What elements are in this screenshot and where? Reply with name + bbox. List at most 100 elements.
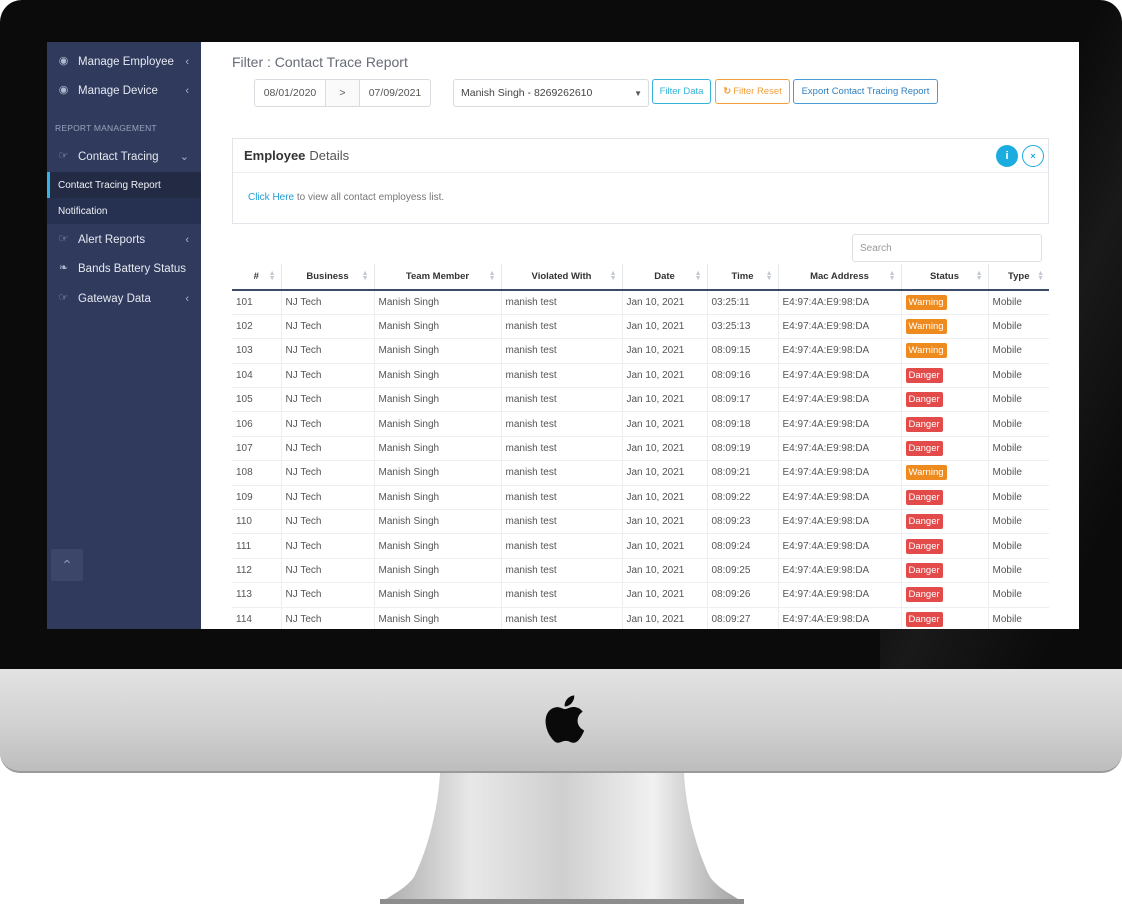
sidebar-item-manage-device[interactable]: ◉ Manage Device ‹ (47, 76, 201, 105)
sidebar-item-contact-tracing[interactable]: ☞ Contact Tracing ⌄ (47, 142, 201, 171)
close-button[interactable]: × (1022, 145, 1044, 167)
sidebar: ◉ Manage Employee ‹ ◉ Manage Device ‹ RE… (47, 42, 201, 629)
table-cell: E4:97:4A:E9:98:DA (778, 290, 902, 315)
table-cell: Danger (901, 509, 989, 535)
table-row[interactable]: 109 NJ Tech Manish Singh manish test Jan 10,… (232, 485, 1049, 511)
table-row[interactable]: 112 NJ Tech Manish Singh manish test Jan 10,… (232, 558, 1049, 584)
table-cell: 08:09:17 (707, 387, 779, 413)
table-cell: 08:09:15 (707, 338, 779, 364)
status-badge: Warning (905, 319, 947, 335)
table-cell: Danger (901, 607, 989, 629)
table-cell: manish test (501, 509, 623, 535)
sidebar-subitem-label: Notification (58, 205, 108, 217)
chevron-left-icon: ‹ (185, 84, 189, 97)
table-cell: Mobile (988, 314, 1049, 340)
sidebar-subitem-contact-tracing-report[interactable]: Contact Tracing Report (47, 172, 201, 198)
column-header[interactable]: Time ▲ ▼ (707, 264, 779, 291)
sidebar-item-label: Alert Reports (78, 233, 146, 246)
export-report-button[interactable]: Export Contact Tracing Report (793, 79, 938, 104)
page-title: Filter : Contact Trace Report (232, 54, 408, 70)
sort-icon: ▲ ▼ (888, 270, 896, 282)
table-cell: Mobile (988, 582, 1049, 608)
table-row[interactable]: 106 NJ Tech Manish Singh manish test Jan 10,… (232, 411, 1049, 437)
employee-select[interactable]: Manish Singh - 8269262610 ▼ (453, 79, 649, 107)
table-cell: E4:97:4A:E9:98:DA (778, 582, 902, 608)
column-header[interactable]: Business ▲ ▼ (281, 264, 375, 291)
filter-reset-button[interactable]: ↻ Filter Reset (715, 79, 790, 104)
table-cell: Warning (901, 290, 989, 315)
table-row[interactable]: 108 NJ Tech Manish Singh manish test Jan 10,… (232, 460, 1049, 486)
table-cell: Jan 10, 2021 (622, 582, 708, 608)
table-cell: manish test (501, 363, 623, 389)
column-header[interactable]: # ▲ ▼ (232, 264, 282, 291)
table-cell: 109 (232, 485, 282, 511)
column-header[interactable]: Status ▲ ▼ (901, 264, 989, 291)
table-cell: Jan 10, 2021 (622, 436, 708, 462)
table-cell: 105 (232, 387, 282, 413)
table-cell: Manish Singh (374, 363, 502, 389)
panel-body-text: to view all contact employess list. (294, 192, 445, 203)
table-cell: Mobile (988, 436, 1049, 462)
date-from-input[interactable]: 08/01/2020 (255, 80, 326, 106)
column-header[interactable]: Date ▲ ▼ (622, 264, 708, 291)
info-button[interactable]: i (996, 145, 1018, 167)
table-cell: Jan 10, 2021 (622, 558, 708, 584)
table-row[interactable]: 114 NJ Tech Manish Singh manish test Jan 10,… (232, 607, 1049, 629)
table-cell: E4:97:4A:E9:98:DA (778, 338, 902, 364)
table-cell: Manish Singh (374, 387, 502, 413)
table-cell: Manish Singh (374, 509, 502, 535)
sort-icon: ▲ ▼ (1037, 270, 1044, 282)
table-cell: E4:97:4A:E9:98:DA (778, 607, 902, 629)
table-header-row: # ▲ ▼ Business ▲ ▼ Team Member ▲ ▼ Violated With ▲… (232, 264, 1049, 291)
table-cell: manish test (501, 290, 623, 315)
table-cell: 113 (232, 582, 282, 608)
column-header[interactable]: Type ▲ ▼ (988, 264, 1049, 291)
table-row[interactable]: 107 NJ Tech Manish Singh manish test Jan 10,… (232, 436, 1049, 462)
filter-data-button[interactable]: Filter Data (652, 79, 711, 104)
column-header-label: Time (731, 271, 754, 282)
click-here-link[interactable]: Click Here (248, 192, 294, 203)
column-header-label: Business (306, 271, 349, 282)
column-header-label: # (253, 271, 259, 282)
table-row[interactable]: 102 NJ Tech Manish Singh manish test Jan 10,… (232, 314, 1049, 340)
column-header[interactable]: Mac Address ▲ ▼ (778, 264, 902, 291)
table-row[interactable]: 103 NJ Tech Manish Singh manish test Jan 10,… (232, 338, 1049, 364)
table-row[interactable]: 110 NJ Tech Manish Singh manish test Jan 10,… (232, 509, 1049, 535)
hand-point-icon: ☞ (58, 233, 69, 245)
panel-title: Details (309, 148, 350, 163)
refresh-icon: ↻ (723, 86, 732, 97)
scroll-to-top-button[interactable]: ⌃ (51, 549, 83, 581)
date-range-picker[interactable]: 08/01/2020 > 07/09/2021 (254, 79, 431, 107)
search-input[interactable] (852, 234, 1042, 262)
date-to-input[interactable]: 07/09/2021 (360, 80, 430, 106)
table-cell: Manish Singh (374, 460, 502, 486)
table-cell: 08:09:19 (707, 436, 779, 462)
sidebar-item-alert-reports[interactable]: ☞ Alert Reports ‹ (47, 225, 201, 254)
content-scrollbar[interactable] (1071, 42, 1079, 629)
table-row[interactable]: 113 NJ Tech Manish Singh manish test Jan 10,… (232, 582, 1049, 608)
sort-icon: ▲ ▼ (609, 270, 617, 282)
column-header[interactable]: Violated With ▲ ▼ (501, 264, 623, 291)
table-row[interactable]: 104 NJ Tech Manish Singh manish test Jan 10,… (232, 363, 1049, 389)
caret-down-icon: ▼ (634, 89, 642, 98)
leaf-icon: ❧ (58, 262, 69, 274)
table-cell: manish test (501, 338, 623, 364)
table-cell: 114 (232, 607, 282, 629)
table-row[interactable]: 101 NJ Tech Manish Singh manish test Jan 10,… (232, 290, 1049, 315)
sidebar-subitem-notification[interactable]: Notification (47, 198, 201, 224)
column-header[interactable]: Team Member ▲ ▼ (374, 264, 502, 291)
status-badge: Danger (905, 538, 943, 554)
status-badge: Danger (905, 611, 943, 627)
table-cell: NJ Tech (281, 582, 375, 608)
chevron-left-icon: ‹ (185, 55, 189, 68)
table-cell: manish test (501, 314, 623, 340)
table-cell: Manish Singh (374, 558, 502, 584)
table-row[interactable]: 105 NJ Tech Manish Singh manish test Jan 10,… (232, 387, 1049, 413)
table-row[interactable]: 111 NJ Tech Manish Singh manish test Jan 10,… (232, 533, 1049, 559)
table-cell: E4:97:4A:E9:98:DA (778, 363, 902, 389)
sidebar-item-manage-employee[interactable]: ◉ Manage Employee ‹ (47, 47, 201, 76)
sidebar-item-gateway-data[interactable]: ☞ Gateway Data ‹ (47, 284, 201, 313)
table-cell: 08:09:24 (707, 533, 779, 559)
table-cell: NJ Tech (281, 314, 375, 340)
sidebar-item-bands-battery-status[interactable]: ❧ Bands Battery Status (47, 254, 201, 283)
